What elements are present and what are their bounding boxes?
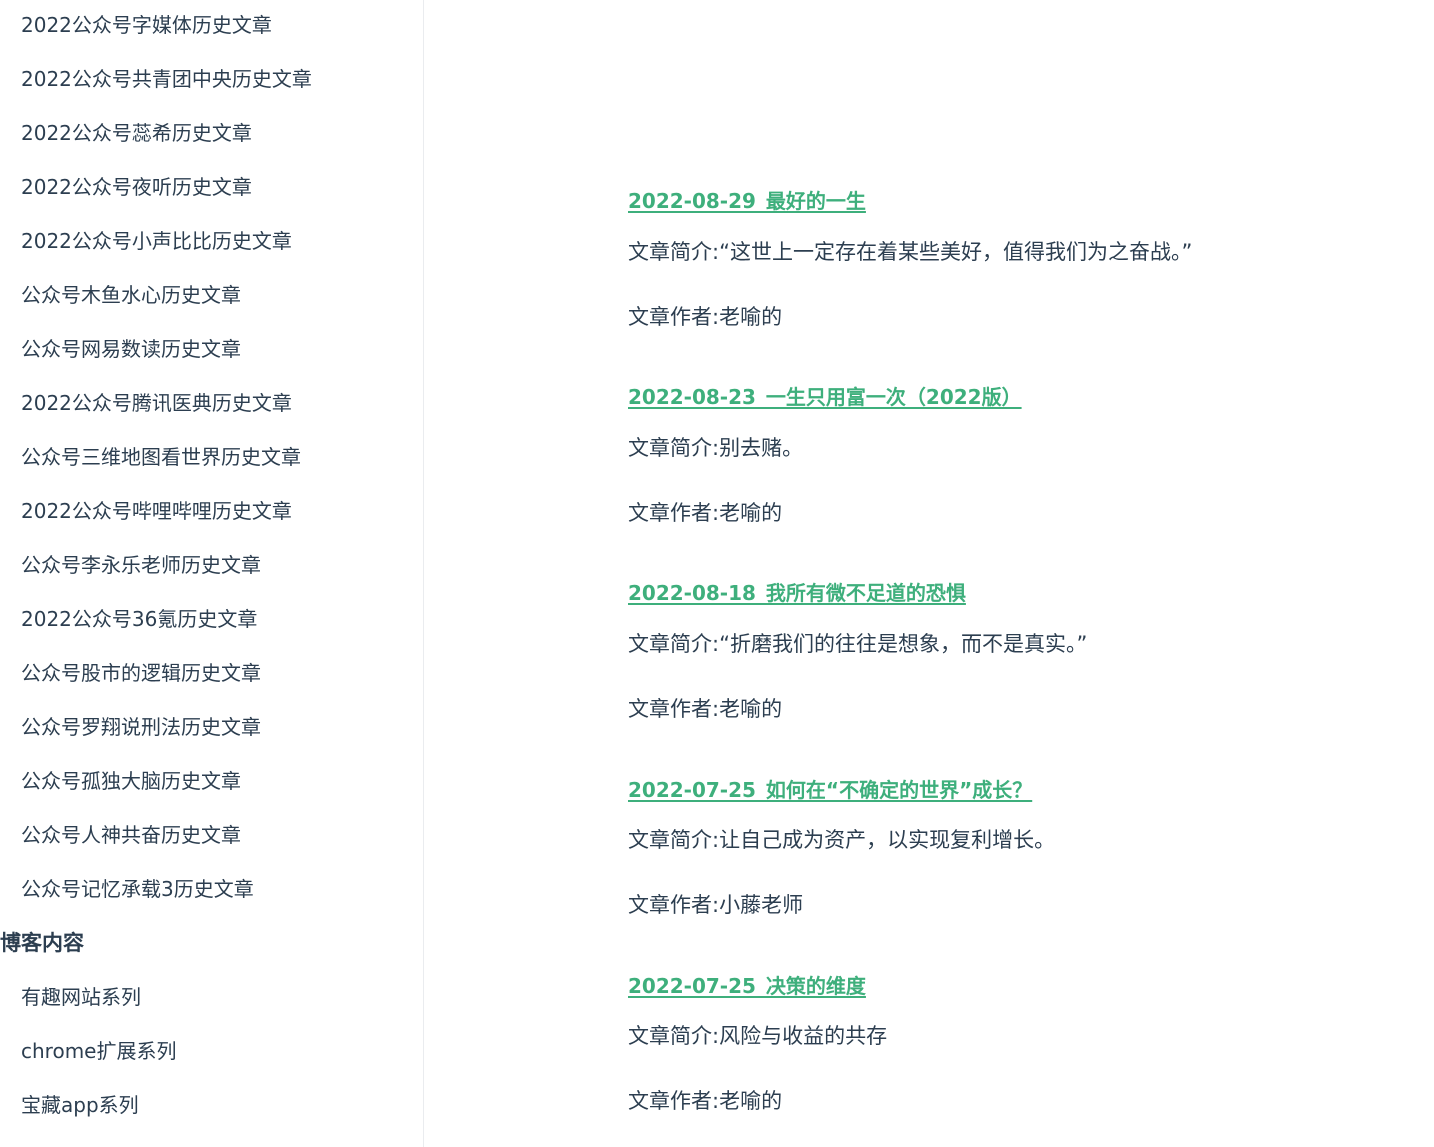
sidebar-link[interactable]: 公众号木鱼水心历史文章 bbox=[21, 281, 241, 309]
article-author: 文章作者:老喻的 bbox=[628, 305, 783, 329]
sidebar-link[interactable]: 公众号网易数读历史文章 bbox=[21, 335, 241, 363]
sidebar-link[interactable]: 有趣网站系列 bbox=[21, 983, 141, 1011]
sidebar-link[interactable]: 公众号三维地图看世界历史文章 bbox=[21, 443, 301, 471]
article-title-link[interactable]: 2022-07-25_如何在“不确定的世界”成长？ bbox=[628, 776, 1032, 804]
sidebar-link[interactable]: 2022公众号哔哩哔哩历史文章 bbox=[21, 497, 292, 525]
article-author: 文章作者:老喻的 bbox=[628, 1089, 783, 1113]
sidebar: 2022公众号字媒体历史文章 2022公众号共青团中央历史文章 2022公众号蕊… bbox=[0, 0, 424, 1147]
article-summary: 文章简介:“这世上一定存在着某些美好，值得我们为之奋战。” bbox=[628, 240, 1193, 264]
article-author: 文章作者:老喻的 bbox=[628, 697, 783, 721]
article-summary: 文章简介:风险与收益的共存 bbox=[628, 1024, 888, 1048]
article-author: 文章作者:小藤老师 bbox=[628, 893, 804, 917]
sidebar-link[interactable]: 2022公众号夜听历史文章 bbox=[21, 173, 252, 201]
article-title-link[interactable]: 2022-07-25_决策的维度 bbox=[628, 972, 866, 1000]
sidebar-link[interactable]: 2022公众号小声比比历史文章 bbox=[21, 227, 292, 255]
sidebar-link[interactable]: 公众号罗翔说刑法历史文章 bbox=[21, 713, 261, 741]
article-summary: 文章简介:别去赌。 bbox=[628, 436, 804, 460]
sidebar-link[interactable]: 宝藏app系列 bbox=[21, 1091, 139, 1119]
sidebar-link[interactable]: chrome扩展系列 bbox=[21, 1037, 176, 1065]
sidebar-link[interactable]: 公众号李永乐老师历史文章 bbox=[21, 551, 261, 579]
article-title-link[interactable]: 2022-08-29_最好的一生 bbox=[628, 187, 866, 215]
sidebar-link[interactable]: 2022公众号字媒体历史文章 bbox=[21, 11, 272, 39]
sidebar-heading[interactable]: 博客内容 bbox=[0, 929, 84, 957]
sidebar-link[interactable]: 2022公众号36氪历史文章 bbox=[21, 605, 257, 633]
article-title-link[interactable]: 2022-08-23_一生只用富一次（2022版） bbox=[628, 383, 1022, 411]
sidebar-link[interactable]: 2022公众号蕊希历史文章 bbox=[21, 119, 252, 147]
article-author: 文章作者:老喻的 bbox=[628, 501, 783, 525]
article-title-link[interactable]: 2022-08-18_我所有微不足道的恐惧 bbox=[628, 579, 966, 607]
sidebar-link[interactable]: 2022公众号腾讯医典历史文章 bbox=[21, 389, 292, 417]
sidebar-link[interactable]: 公众号记忆承载3历史文章 bbox=[21, 875, 254, 903]
sidebar-link[interactable]: 公众号股市的逻辑历史文章 bbox=[21, 659, 261, 687]
article-summary: 文章简介:“折磨我们的往往是想象，而不是真实。” bbox=[628, 632, 1088, 656]
sidebar-link[interactable]: 2022公众号共青团中央历史文章 bbox=[21, 65, 312, 93]
page: 2022公众号字媒体历史文章 2022公众号共青团中央历史文章 2022公众号蕊… bbox=[0, 0, 1434, 1147]
sidebar-link[interactable]: 公众号人神共奋历史文章 bbox=[21, 821, 241, 849]
sidebar-link[interactable]: 公众号孤独大脑历史文章 bbox=[21, 767, 241, 795]
article-summary: 文章简介:让自己成为资产，以实现复利增长。 bbox=[628, 828, 1056, 852]
main-content: 2022-08-29_最好的一生 文章简介:“这世上一定存在着某些美好，值得我们… bbox=[424, 0, 1434, 1147]
